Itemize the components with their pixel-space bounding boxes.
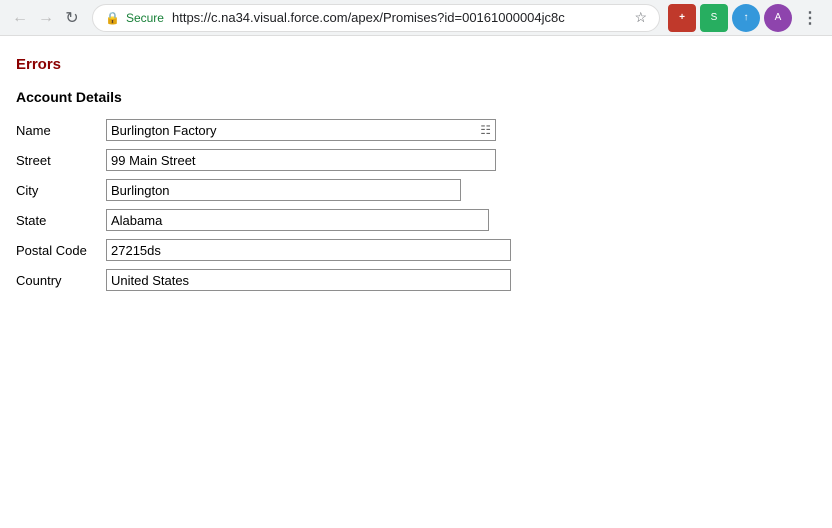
address-bar[interactable]: 🔒 Secure https://c.na34.visual.force.com… <box>92 4 660 32</box>
country-row: Country <box>16 269 816 291</box>
state-input[interactable] <box>106 209 489 231</box>
page-content: Errors Account Details Name ☷ Street Cit… <box>0 36 832 319</box>
city-input[interactable] <box>106 179 461 201</box>
more-options-button[interactable]: ⋮ <box>796 4 824 32</box>
city-row: City <box>16 179 816 201</box>
bookmark-icon[interactable]: ☆ <box>634 9 647 26</box>
street-input[interactable] <box>106 149 496 171</box>
country-input[interactable] <box>106 269 511 291</box>
name-label: Name <box>16 123 106 138</box>
city-label: City <box>16 183 106 198</box>
extension-icon-1[interactable]: + <box>668 4 696 32</box>
extension-icon-3[interactable]: ↑ <box>732 4 760 32</box>
name-row: Name ☷ <box>16 119 816 141</box>
section-title: Account Details <box>16 89 816 105</box>
name-field-wrapper: ☷ <box>106 119 496 141</box>
postal-code-row: Postal Code <box>16 239 816 261</box>
street-label: Street <box>16 153 106 168</box>
name-input[interactable] <box>107 120 476 140</box>
postal-code-label: Postal Code <box>16 243 106 258</box>
url-display[interactable]: https://c.na34.visual.force.com/apex/Pro… <box>172 10 628 25</box>
back-button[interactable]: ← <box>8 6 32 30</box>
forward-button[interactable]: → <box>34 6 58 30</box>
profile-avatar[interactable]: A <box>764 4 792 32</box>
postal-code-input[interactable] <box>106 239 511 261</box>
browser-toolbar: ← → ↻ 🔒 Secure https://c.na34.visual.for… <box>0 0 832 36</box>
nav-buttons: ← → ↻ <box>8 6 84 30</box>
state-label: State <box>16 213 106 228</box>
extension-icon-2[interactable]: S <box>700 4 728 32</box>
lookup-icon[interactable]: ☷ <box>476 121 495 139</box>
country-label: Country <box>16 273 106 288</box>
reload-button[interactable]: ↻ <box>60 6 84 30</box>
street-row: Street <box>16 149 816 171</box>
state-row: State <box>16 209 816 231</box>
browser-extensions: + S ↑ A ⋮ <box>668 4 824 32</box>
secure-icon: 🔒 <box>105 11 120 25</box>
errors-title: Errors <box>16 56 816 73</box>
secure-label: Secure <box>126 11 164 25</box>
